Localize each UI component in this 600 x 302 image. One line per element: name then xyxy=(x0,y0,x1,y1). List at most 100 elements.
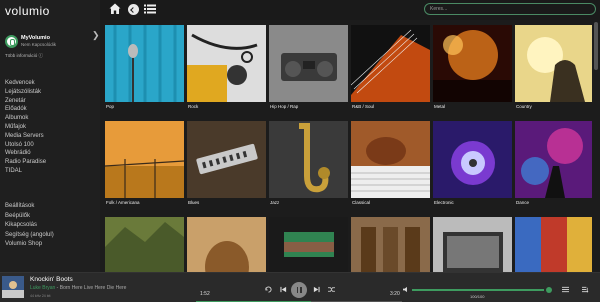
back-icon[interactable] xyxy=(128,4,139,15)
genre-image xyxy=(515,25,592,102)
genre-image xyxy=(105,25,184,102)
collapse-sidebar-icon[interactable]: ❯ xyxy=(92,30,100,41)
volume-slider[interactable] xyxy=(412,289,544,291)
more-info-link[interactable]: Több információ ⓘ xyxy=(5,53,43,59)
genre-label: Pop xyxy=(106,104,115,109)
genre-image xyxy=(351,217,430,272)
sidebar-item-library[interactable]: Zenetár xyxy=(5,97,46,106)
genre-image xyxy=(351,121,430,198)
genre-image xyxy=(269,121,348,198)
genre-label: Folk / Americana xyxy=(106,200,140,205)
genre-image xyxy=(433,217,512,272)
genre-image xyxy=(105,121,184,198)
sidebar-item-tidal[interactable]: TIDAL xyxy=(5,167,46,176)
genre-grid: Pop Rock Hip Hop / Rap R&B / Soul Metal … xyxy=(100,20,592,272)
total-time: 3:20 xyxy=(390,291,400,297)
myvolumio-status: Nem Kapcsolódik xyxy=(21,42,57,47)
playlist-icon[interactable] xyxy=(582,286,589,293)
player-bar: Knockin' Boots Luke Bryan - Born Here Li… xyxy=(0,272,600,302)
genre-label: R&B / Soul xyxy=(352,104,375,109)
genre-tile-classical[interactable]: Classical xyxy=(351,121,430,207)
search-input[interactable] xyxy=(424,3,596,15)
repeat-icon[interactable] xyxy=(265,286,272,293)
sidebar-item-favorites[interactable]: Kedvencek xyxy=(5,79,46,88)
sidebar-nav-secondary: Beállítások Beépülők Kikapcsolás Segítsé… xyxy=(5,202,54,250)
sidebar-item-help[interactable]: Segítség (angolul) xyxy=(5,231,54,241)
genre-label: Classical xyxy=(352,200,371,205)
genre-tile-folk[interactable]: Folk / Americana xyxy=(105,121,184,207)
track-artist[interactable]: Luke Bryan xyxy=(30,285,55,291)
genre-tile-row3-5[interactable] xyxy=(433,217,512,272)
sidebar-item-shutdown[interactable]: Kikapcsolás xyxy=(5,221,54,231)
next-icon[interactable] xyxy=(313,286,320,293)
volume-knob[interactable] xyxy=(546,287,552,293)
genre-image xyxy=(433,25,512,102)
sidebar-item-webradio[interactable]: Webrádió xyxy=(5,149,46,158)
genre-tile-metal[interactable]: Metal xyxy=(433,25,512,111)
app: volumio ❯ MyVolumio Nem Kapcsolódik Több… xyxy=(0,0,600,302)
genre-image xyxy=(515,217,592,272)
genre-tile-row3-4[interactable] xyxy=(351,217,430,272)
genre-tile-row3-6[interactable] xyxy=(515,217,592,272)
sidebar-item-artists[interactable]: Előadók xyxy=(5,105,46,114)
sidebar-nav: Kedvencek Lejátszólisták Zenetár Előadók… xyxy=(5,79,46,176)
genre-image xyxy=(269,25,348,102)
genre-tile-electronic[interactable]: Electronic xyxy=(433,121,512,207)
myvolumio-title[interactable]: MyVolumio xyxy=(21,35,50,41)
sidebar-item-media-servers[interactable]: Media Servers xyxy=(5,132,46,141)
volume-icon[interactable] xyxy=(403,286,410,293)
audio-format: 44 kHz 24 bit xyxy=(30,294,51,298)
home-icon[interactable] xyxy=(109,3,121,15)
genre-tile-rnb[interactable]: R&B / Soul xyxy=(351,25,430,111)
genre-tile-jazz[interactable]: Jazz xyxy=(269,121,348,207)
genre-tile-country[interactable]: Country xyxy=(515,25,592,111)
genre-tile-row3-3[interactable] xyxy=(269,217,348,272)
genre-tile-dance[interactable]: Dance xyxy=(515,121,592,207)
sidebar-item-last-100[interactable]: Utolsó 100 xyxy=(5,141,46,150)
track-artist-album: Luke Bryan - Born Here Live Here Die Her… xyxy=(30,285,126,291)
sidebar-item-plugins[interactable]: Beépülők xyxy=(5,212,54,222)
genre-label: Rock xyxy=(188,104,199,109)
genre-tile-blues[interactable]: Blues xyxy=(187,121,266,207)
album-art[interactable] xyxy=(2,276,24,298)
genre-image xyxy=(187,121,266,198)
pause-button[interactable] xyxy=(291,282,307,298)
sidebar-item-albums[interactable]: Albumok xyxy=(5,114,46,123)
genre-image xyxy=(351,25,430,102)
track-album[interactable]: Born Here Live Here Die Here xyxy=(60,285,127,291)
genre-label: Country xyxy=(516,104,532,109)
genre-label: Electronic xyxy=(434,200,454,205)
genre-label: Hip Hop / Rap xyxy=(270,104,299,109)
shuffle-icon[interactable] xyxy=(328,286,335,293)
genre-label: Blues xyxy=(188,200,200,205)
list-icon[interactable] xyxy=(144,4,156,14)
sidebar-item-radio-paradise[interactable]: Radio Paradise xyxy=(5,158,46,167)
genre-tile-row3-1[interactable] xyxy=(105,217,184,272)
volumio-logo[interactable]: volumio xyxy=(5,4,50,18)
genre-label: Dance xyxy=(516,200,530,205)
sidebar: volumio ❯ MyVolumio Nem Kapcsolódik Több… xyxy=(0,0,100,272)
genre-image xyxy=(515,121,592,198)
genre-image xyxy=(105,217,184,272)
volume-value: 100/100 xyxy=(470,294,485,299)
genre-image xyxy=(433,121,512,198)
elapsed-time: 1:52 xyxy=(200,291,210,297)
queue-icon[interactable] xyxy=(562,286,569,293)
genre-image xyxy=(187,25,266,102)
genre-tile-pop[interactable]: Pop xyxy=(105,25,184,111)
myvolumio-icon[interactable] xyxy=(5,35,18,48)
genre-tile-hiphop[interactable]: Hip Hop / Rap xyxy=(269,25,348,111)
volume-fill xyxy=(412,289,544,291)
genre-tile-rock[interactable]: Rock xyxy=(187,25,266,111)
genre-label: Metal xyxy=(434,104,446,109)
genre-image xyxy=(187,217,266,272)
sidebar-item-shop[interactable]: Volumio Shop xyxy=(5,240,54,250)
genre-tile-row3-2[interactable] xyxy=(187,217,266,272)
sidebar-item-playlists[interactable]: Lejátszólisták xyxy=(5,88,46,97)
sidebar-item-genres[interactable]: Műfajok xyxy=(5,123,46,132)
track-title[interactable]: Knockin' Boots xyxy=(30,276,73,283)
genre-label: Jazz xyxy=(270,200,280,205)
grid-scrollbar[interactable] xyxy=(594,22,598,70)
prev-icon[interactable] xyxy=(280,286,287,293)
sidebar-item-settings[interactable]: Beállítások xyxy=(5,202,54,212)
